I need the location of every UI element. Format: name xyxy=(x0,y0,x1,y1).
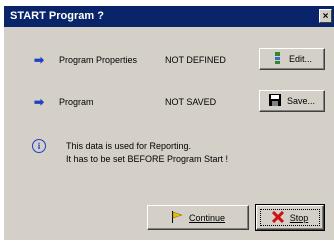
arrow-right-icon: ➡ xyxy=(34,53,45,67)
stop-button[interactable]: Stop xyxy=(255,204,325,231)
info-line-1: This data is used for Reporting. xyxy=(66,141,192,151)
title-bar: START Program ? × xyxy=(4,6,334,27)
program-properties-label: Program Properties xyxy=(59,55,138,65)
continue-button-label: Continue xyxy=(188,212,226,223)
continue-button[interactable]: Continue xyxy=(147,205,249,230)
program-properties-status: NOT DEFINED xyxy=(165,55,226,65)
program-label: Program xyxy=(59,97,94,107)
window-title: START Program ? xyxy=(10,10,104,22)
close-button[interactable]: × xyxy=(319,9,332,23)
x-icon xyxy=(271,210,284,225)
arrow-right-icon: ➡ xyxy=(34,95,45,109)
stop-button-label: Stop xyxy=(289,212,309,223)
close-icon: × xyxy=(322,11,329,22)
info-icon: i xyxy=(32,139,46,153)
save-button[interactable]: Save... xyxy=(259,90,325,112)
dialog-window: START Program ? × ➡ Program Properties N… xyxy=(3,5,334,240)
save-button-label: Save... xyxy=(286,96,315,106)
flag-icon xyxy=(171,210,183,225)
info-line-2: It has to be set BEFORE Program Start ! xyxy=(66,154,229,164)
floppy-disk-icon xyxy=(268,94,281,108)
edit-button-label: Edit... xyxy=(288,54,312,64)
properties-icon xyxy=(272,52,283,66)
edit-button[interactable]: Edit... xyxy=(259,48,325,70)
program-status: NOT SAVED xyxy=(165,97,217,107)
